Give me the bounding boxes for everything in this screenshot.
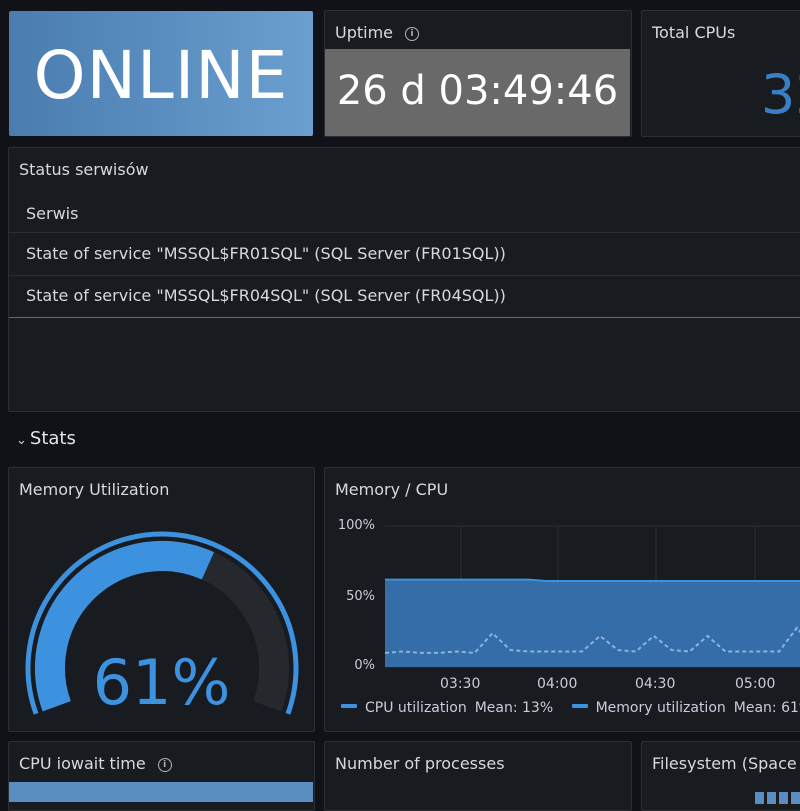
x-tick: 03:30 [440, 676, 481, 692]
bar-gauge-segments [755, 792, 800, 804]
panel-title: Total CPUs [652, 23, 736, 42]
services-panel: Status serwisów Serwis State of service … [8, 147, 800, 412]
y-tick: 100% [337, 518, 375, 533]
total-cpus-panel[interactable]: Total CPUs 32 [641, 10, 800, 137]
x-tick: 04:00 [537, 676, 578, 692]
processes-panel[interactable]: Number of processes [324, 741, 632, 811]
filesystem-panel[interactable]: Filesystem (Space [641, 741, 800, 811]
table-row[interactable]: State of service "MSSQL$FR01SQL" (SQL Se… [9, 232, 800, 276]
uptime-value-box: 26 d 03:49:46 [325, 49, 630, 136]
legend-swatch [341, 704, 357, 708]
uptime-panel[interactable]: Uptime i 26 d 03:49:46 [324, 10, 632, 137]
uptime-value: 26 d 03:49:46 [336, 68, 619, 114]
stats-row-toggle[interactable]: ⌄ Stats [16, 428, 76, 449]
memory-utilization-panel[interactable]: Memory Utilization 61% [8, 467, 315, 732]
panel-title: CPU iowait time [19, 754, 146, 773]
x-tick: 05:00 [735, 676, 776, 692]
chevron-down-icon: ⌄ [16, 433, 27, 448]
status-value: ONLINE [33, 37, 289, 114]
gauge-value: 61% [92, 646, 231, 719]
cpus-value: 32 [761, 63, 800, 126]
service-name: State of service "MSSQL$FR04SQL" (SQL Se… [26, 286, 506, 305]
panel-title: Number of processes [335, 754, 505, 773]
legend-item-memory[interactable]: Memory utilizationMean: 61% [571, 700, 800, 716]
y-tick: 50% [346, 589, 375, 604]
legend-item-cpu[interactable]: CPU utilization Mean: 13% [341, 700, 553, 716]
table-header-serwis[interactable]: Serwis [26, 204, 78, 223]
cpu-iowait-panel[interactable]: CPU iowait time i [8, 741, 315, 811]
x-tick: 04:30 [635, 676, 676, 692]
series-area-memory [385, 579, 800, 667]
service-name: State of service "MSSQL$FR01SQL" (SQL Se… [26, 244, 506, 263]
legend-swatch [571, 704, 588, 708]
info-icon[interactable]: i [157, 758, 172, 772]
row-title: Stats [29, 428, 76, 449]
memory-cpu-panel[interactable]: Memory / CPU 100% 50% 0% 03:30 04:00 04:… [324, 467, 800, 732]
info-icon[interactable]: i [405, 27, 420, 41]
panel-title: Status serwisów [19, 160, 149, 179]
timeseries-chart[interactable] [325, 468, 800, 732]
panel-title: Filesystem (Space [652, 754, 797, 773]
status-stat-panel[interactable]: ONLINE [9, 11, 313, 136]
chart-legend: CPU utilization Mean: 13% Memory utilizat… [341, 700, 800, 716]
stat-background [9, 782, 313, 802]
panel-title: Uptime [335, 23, 394, 42]
table-row[interactable]: State of service "MSSQL$FR04SQL" (SQL Se… [9, 275, 800, 318]
y-tick: 0% [354, 658, 375, 673]
